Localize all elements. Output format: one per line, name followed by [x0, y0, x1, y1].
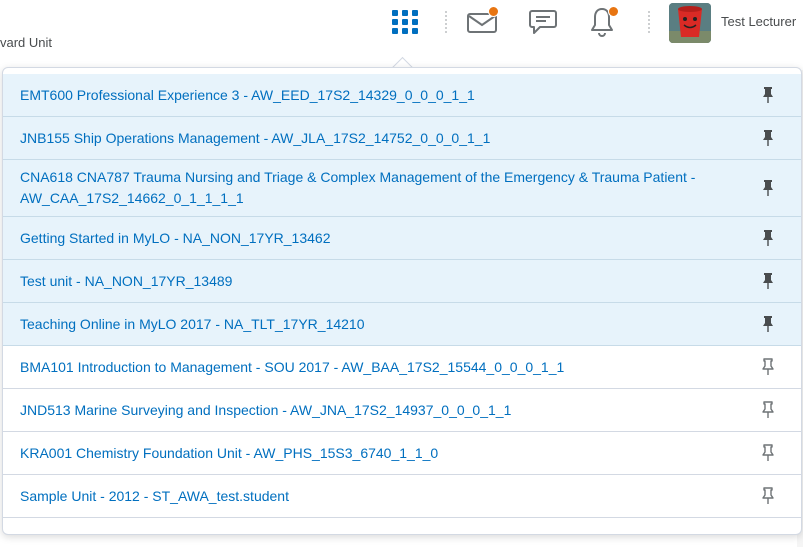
grid-icon	[392, 10, 418, 34]
pin-outline-icon[interactable]	[761, 487, 775, 505]
pin-filled-icon[interactable]	[761, 272, 775, 290]
course-link[interactable]: EMT600 Professional Experience 3 - AW_EE…	[3, 85, 535, 106]
course-link[interactable]: KRA001 Chemistry Foundation Unit - AW_PH…	[3, 443, 498, 464]
course-link[interactable]: Sample Unit - 2012 - ST_AWA_test.student	[3, 486, 349, 507]
bucket-avatar-image	[669, 3, 711, 43]
separator	[648, 10, 650, 34]
notification-dot	[488, 6, 499, 17]
user-name[interactable]: Test Lecturer	[721, 14, 796, 29]
pin-filled-icon[interactable]	[761, 86, 775, 104]
course-list-item: Getting Started in MyLO - NA_NON_17YR_13…	[3, 217, 801, 260]
subscriptions-button[interactable]	[522, 0, 562, 44]
course-list-item: EMT600 Professional Experience 3 - AW_EE…	[3, 74, 801, 117]
course-list-item: JNB155 Ship Operations Management - AW_J…	[3, 117, 801, 160]
course-list-item: BMA101 Introduction to Management - SOU …	[3, 346, 801, 389]
course-link[interactable]: CNA618 CNA787 Trauma Nursing and Triage …	[3, 167, 801, 209]
course-link[interactable]: BMA101 Introduction to Management - SOU …	[3, 357, 624, 378]
updates-button[interactable]	[582, 0, 622, 44]
course-list-item: Teaching Online in MyLO 2017 - NA_TLT_17…	[3, 303, 801, 346]
pin-outline-icon[interactable]	[761, 444, 775, 462]
notification-dot	[608, 6, 619, 17]
pin-outline-icon[interactable]	[761, 401, 775, 419]
top-navbar: Test Lecturer	[0, 0, 803, 48]
course-list-item: KRA001 Chemistry Foundation Unit - AW_PH…	[3, 432, 801, 475]
course-link[interactable]: Getting Started in MyLO - NA_NON_17YR_13…	[3, 228, 391, 249]
pin-filled-icon[interactable]	[761, 179, 775, 197]
pin-filled-icon[interactable]	[761, 129, 775, 147]
unit-selector-button[interactable]	[386, 0, 424, 44]
messages-button[interactable]	[462, 0, 502, 44]
course-list: EMT600 Professional Experience 3 - AW_EE…	[3, 74, 801, 518]
chat-icon	[529, 10, 557, 34]
course-link[interactable]: Teaching Online in MyLO 2017 - NA_TLT_17…	[3, 314, 425, 335]
course-list-item: Sample Unit - 2012 - ST_AWA_test.student	[3, 475, 801, 518]
course-link[interactable]: Test unit - NA_NON_17YR_13489	[3, 271, 292, 292]
pin-filled-icon[interactable]	[761, 229, 775, 247]
course-list-item: CNA618 CNA787 Trauma Nursing and Triage …	[3, 160, 801, 217]
course-list-item: Test unit - NA_NON_17YR_13489	[3, 260, 801, 303]
pin-filled-icon[interactable]	[761, 315, 775, 333]
course-list-item: JND513 Marine Surveying and Inspection -…	[3, 389, 801, 432]
pin-outline-icon[interactable]	[761, 358, 775, 376]
course-link[interactable]: JNB155 Ship Operations Management - AW_J…	[3, 128, 550, 149]
course-link[interactable]: JND513 Marine Surveying and Inspection -…	[3, 400, 571, 421]
avatar[interactable]	[669, 3, 711, 43]
separator	[445, 10, 447, 34]
unit-selector-dropdown: EMT600 Professional Experience 3 - AW_EE…	[2, 67, 802, 535]
